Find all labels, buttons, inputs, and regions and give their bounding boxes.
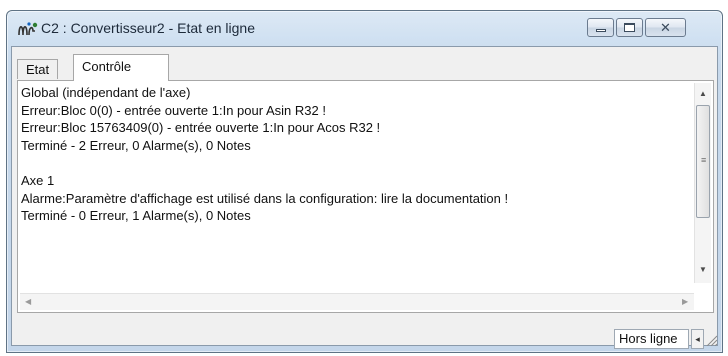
horizontal-scrollbar[interactable]: ◀ ▶ — [20, 293, 694, 310]
log-line: Global (indépendant de l'axe) — [21, 85, 191, 100]
scroll-down-icon[interactable]: ▼ — [699, 266, 707, 274]
grip-icon: ≡ — [701, 155, 707, 165]
log-line: Alarme:Paramètre d'affichage est utilisé… — [21, 190, 509, 206]
maximize-icon — [624, 23, 635, 32]
log-line: Erreur:Bloc 15763409(0) - entrée ouverte… — [21, 120, 381, 136]
scroll-left-icon[interactable]: ◀ — [25, 298, 31, 306]
log-text[interactable]: Global (indépendant de l'axe) Erreur:Blo… — [21, 84, 695, 284]
tab-etat[interactable]: Etat — [17, 59, 59, 79]
status-scroll-button[interactable]: ◂ — [691, 329, 704, 349]
log-line: Axe 1 — [21, 172, 55, 188]
scroll-right-icon[interactable]: ▶ — [682, 298, 688, 306]
scroll-up-icon[interactable]: ▲ — [699, 90, 707, 98]
close-button[interactable]: ✕ — [645, 18, 686, 37]
client-area: Etat Contrôle Global (indépendant de l'a… — [11, 46, 718, 346]
log-line: Erreur:Bloc 0(0) - entrée ouverte 1:In p… — [21, 102, 326, 118]
tab-controle[interactable]: Contrôle — [73, 54, 169, 81]
maximize-button[interactable] — [616, 18, 643, 37]
status-connection: Hors ligne — [614, 329, 689, 349]
log-panel: Global (indépendant de l'axe) Erreur:Blo… — [17, 80, 714, 313]
vertical-scroll-thumb[interactable]: ≡ — [696, 105, 710, 218]
arrow-left-icon: ◂ — [695, 334, 700, 344]
vertical-scrollbar[interactable]: ▲ ≡ ▼ — [694, 83, 711, 283]
size-grip-icon[interactable] — [705, 334, 717, 346]
log-line: Terminé - 0 Erreur, 1 Alarme(s), 0 Notes — [21, 208, 251, 224]
log-line: Terminé - 2 Erreur, 0 Alarme(s), 0 Notes — [21, 137, 251, 153]
app-icon — [18, 22, 38, 36]
title-bar[interactable]: C2 : Convertisseur2 - Etat en ligne ✕ — [7, 11, 722, 45]
main-window: C2 : Convertisseur2 - Etat en ligne ✕ Et… — [6, 10, 723, 353]
minimize-button[interactable] — [587, 18, 614, 37]
close-icon: ✕ — [660, 20, 671, 35]
window-title: C2 : Convertisseur2 - Etat en ligne — [41, 20, 255, 36]
minimize-icon — [595, 29, 606, 32]
status-bar: Hors ligne ◂ — [11, 328, 718, 350]
